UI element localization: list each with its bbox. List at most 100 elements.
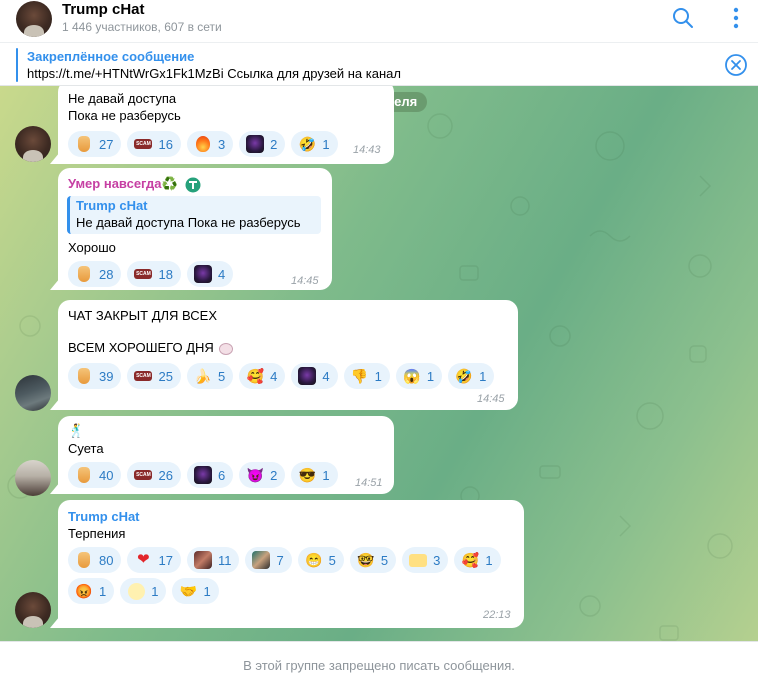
- reaction-devil[interactable]: 😈 2: [239, 462, 286, 488]
- reaction-count: 11: [217, 552, 232, 568]
- message-text: ЧАТ ЗАКРЫТ ДЛЯ ВСЕХ: [68, 308, 218, 323]
- reaction-count: 26: [158, 467, 173, 483]
- thumbs-up-icon: [75, 466, 93, 484]
- reaction-count: 3: [433, 552, 441, 568]
- reaction-thumbs-up[interactable]: 27: [68, 131, 122, 157]
- chat-title[interactable]: Trump cHat: [62, 1, 145, 18]
- reaction-handshake[interactable]: 🤝 1: [172, 578, 219, 604]
- reaction-dark-sticker[interactable]: 6: [186, 462, 234, 488]
- reaction-count: 39: [99, 368, 114, 384]
- reaction-count: 1: [374, 368, 382, 384]
- sender-avatar[interactable]: [15, 460, 51, 496]
- thumbs-up-icon: [75, 551, 93, 569]
- sticker-icon: [219, 342, 234, 355]
- fire-icon: [194, 135, 212, 153]
- grin-icon: 😁: [304, 552, 323, 568]
- reaction-pale-face[interactable]: 1: [120, 578, 167, 604]
- reaction-angry[interactable]: 😡 1: [68, 578, 115, 604]
- reaction-thumbs-up[interactable]: 80: [68, 547, 122, 573]
- reaction-banana[interactable]: 🍌 5: [186, 363, 234, 389]
- sender-avatar[interactable]: [15, 592, 51, 628]
- reaction-scream[interactable]: 😱 1: [395, 363, 443, 389]
- photo-sticker-icon: [193, 551, 212, 569]
- nerd-icon: 🤓: [357, 552, 375, 568]
- message-time: 14:51: [355, 477, 383, 489]
- more-menu-button[interactable]: [722, 4, 750, 32]
- reaction-count: 1: [426, 368, 435, 384]
- reply-text: Не давай доступа Пока не разберусь: [76, 215, 301, 230]
- message-text: ВСЕМ ХОРОШЕГО ДНЯ: [68, 340, 234, 355]
- reaction-thumbs-up[interactable]: 40: [68, 462, 122, 488]
- reaction-count: 5: [217, 368, 226, 384]
- message-bubble[interactable]: Trump cHat Терпения 80 ❤ 17 11 7 😁 5 🤓 5 3 …: [58, 500, 524, 628]
- dark-sticker-icon: [193, 466, 212, 484]
- reaction-thumbs-down[interactable]: 👎 1: [343, 363, 390, 389]
- message-bubble[interactable]: 🕺 Суета 40 SCAM 26 6 😈 2 😎 1 14:51: [58, 416, 394, 494]
- rofl-icon: 🤣: [298, 136, 317, 152]
- reaction-thumbs-up[interactable]: 28: [68, 261, 122, 287]
- reaction-dark-sticker[interactable]: 4: [186, 261, 234, 287]
- close-circle-icon: [725, 54, 747, 76]
- reaction-photo-sticker[interactable]: 11: [186, 547, 240, 573]
- chat-avatar[interactable]: [16, 1, 52, 37]
- reaction-scam[interactable]: SCAM 18: [127, 261, 181, 287]
- pinned-text[interactable]: https://t.me/+HTNtWrGx1Fk1MzBi Ссылка дл…: [27, 66, 401, 81]
- reaction-count: 1: [322, 467, 330, 483]
- reaction-grin[interactable]: 😁 5: [297, 547, 344, 573]
- reaction-love-face[interactable]: 🥰 1: [454, 547, 501, 573]
- pinned-accent-bar: [16, 48, 18, 82]
- sender-name[interactable]: Умер навсегда♻️: [68, 176, 178, 192]
- reactions-row: 80 ❤ 17 11 7 😁 5 🤓 5 3 🥰 1: [68, 547, 501, 573]
- pinned-message-bar[interactable]: Закреплённое сообщение https://t.me/+HTN…: [0, 42, 758, 86]
- reaction-sunglasses[interactable]: 😎 1: [291, 462, 338, 488]
- reaction-nerd[interactable]: 🤓 5: [349, 547, 397, 573]
- reaction-count: 4: [270, 368, 278, 384]
- message-time: 14:45: [291, 275, 319, 287]
- reaction-count: 1: [99, 583, 107, 599]
- sender-name[interactable]: Trump cHat: [68, 509, 140, 524]
- pale-face-icon: [127, 582, 145, 600]
- search-button[interactable]: [669, 4, 697, 32]
- reaction-count: 5: [380, 552, 389, 568]
- reaction-rofl[interactable]: 🤣 1: [448, 363, 495, 389]
- sender-avatar[interactable]: [15, 126, 51, 162]
- reaction-rofl[interactable]: 🤣 1: [291, 131, 338, 157]
- reaction-count: 28: [99, 266, 114, 282]
- reaction-scam[interactable]: SCAM 26: [127, 462, 181, 488]
- reaction-count: 1: [322, 136, 330, 152]
- reaction-bank[interactable]: 3: [402, 547, 449, 573]
- reply-quote[interactable]: Trump cHat Не давай доступа Пока не разб…: [67, 196, 321, 234]
- reaction-count: 17: [158, 552, 173, 568]
- dark-sticker-icon: [298, 367, 317, 385]
- banana-icon: 🍌: [194, 368, 212, 384]
- chat-messages-area[interactable]: 12 апреля Не давай доступа Пока не разбе…: [0, 86, 758, 641]
- write-restricted-notice: В этой группе запрещено писать сообщения…: [0, 641, 758, 679]
- reaction-dark-sticker[interactable]: 2: [239, 131, 286, 157]
- reaction-scam[interactable]: SCAM 25: [127, 363, 181, 389]
- thumbs-up-icon: [75, 367, 93, 385]
- reaction-thumbs-up[interactable]: 39: [68, 363, 122, 389]
- chat-member-count: 1 446 участников, 607 в сети: [62, 20, 222, 34]
- reactions-row: 28 SCAM 18 4: [68, 261, 234, 287]
- message-bubble[interactable]: ЧАТ ЗАКРЫТ ДЛЯ ВСЕХ ВСЕМ ХОРОШЕГО ДНЯ 39…: [58, 300, 518, 410]
- message-bubble[interactable]: Умер навсегда♻️ Trump cHat Не давай дост…: [58, 168, 332, 290]
- reaction-photo-sticker-2[interactable]: 7: [245, 547, 292, 573]
- reaction-count: 1: [203, 583, 211, 599]
- sender-avatar[interactable]: [15, 375, 51, 411]
- reaction-count: 40: [99, 467, 114, 483]
- reaction-dark-sticker[interactable]: 4: [291, 363, 338, 389]
- message-bubble[interactable]: Не давай доступа Пока не разберусь 27 SC…: [58, 86, 394, 164]
- message-text-line: ВСЕМ ХОРОШЕГО ДНЯ: [68, 340, 214, 355]
- reaction-heart[interactable]: ❤ 17: [127, 547, 181, 573]
- message-time: 14:43: [353, 144, 381, 156]
- reaction-count: 1: [485, 552, 493, 568]
- message-text: Терпения: [68, 526, 126, 541]
- reaction-scam[interactable]: SCAM 16: [127, 131, 181, 157]
- reactions-row: 😡 1 1 🤝 1: [68, 578, 219, 604]
- rofl-icon: 🤣: [455, 368, 473, 384]
- chat-header: Trump cHat 1 446 участников, 607 в сети: [0, 0, 758, 42]
- reaction-love-face[interactable]: 🥰 4: [239, 363, 286, 389]
- reaction-count: 2: [270, 136, 278, 152]
- reaction-fire[interactable]: 3: [186, 131, 234, 157]
- unpin-button[interactable]: [724, 53, 748, 77]
